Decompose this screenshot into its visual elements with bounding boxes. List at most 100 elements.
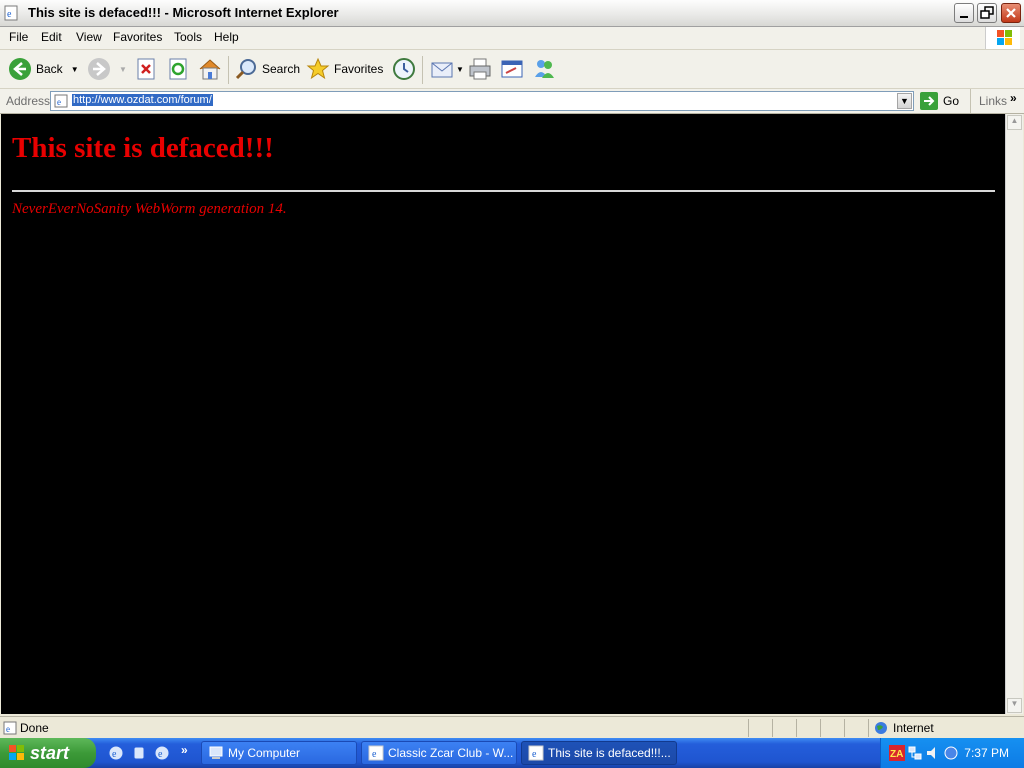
links-chevron-icon[interactable]: » xyxy=(1010,91,1017,105)
svg-text:e: e xyxy=(6,724,10,734)
print-button[interactable] xyxy=(468,54,492,84)
security-zone: Internet xyxy=(893,721,934,735)
stop-icon xyxy=(137,58,155,80)
menu-file[interactable]: File xyxy=(9,30,28,44)
minimize-button[interactable] xyxy=(954,3,974,23)
page-heading: This site is defaced!!! xyxy=(12,132,274,164)
back-button[interactable]: Back ▼ xyxy=(8,54,79,84)
forward-button[interactable]: ▼ xyxy=(87,54,127,84)
go-button[interactable]: Go xyxy=(920,92,959,110)
favorites-button[interactable]: Favorites xyxy=(306,54,383,84)
svg-text:e: e xyxy=(7,9,12,20)
restore-button[interactable] xyxy=(977,3,997,23)
status-divider xyxy=(844,719,845,737)
home-icon xyxy=(199,59,221,80)
go-arrow-icon xyxy=(920,92,938,110)
back-label: Back xyxy=(36,62,63,76)
svg-text:e: e xyxy=(158,749,163,760)
stop-button[interactable] xyxy=(136,54,156,84)
edit-button[interactable] xyxy=(500,54,524,84)
edit-page-icon xyxy=(501,60,523,78)
status-divider xyxy=(820,719,821,737)
page-signature: NeverEverNoSanity WebWorm generation 14. xyxy=(12,201,287,217)
start-button[interactable]: start xyxy=(0,738,96,768)
quicklaunch-media-icon[interactable] xyxy=(131,745,147,761)
svg-text:e: e xyxy=(372,749,377,760)
clock: 7:37 PM xyxy=(964,746,1009,760)
back-dropdown-icon[interactable]: ▼ xyxy=(71,65,79,74)
toolbar-separator xyxy=(228,56,229,84)
task-defaced-site[interactable]: e This site is defaced!!!... xyxy=(521,741,677,765)
menu-favorites[interactable]: Favorites xyxy=(113,30,162,44)
system-tray: ZA 7:37 PM xyxy=(880,738,1024,768)
menu-bar: File Edit View Favorites Tools Help xyxy=(0,27,1024,50)
back-arrow-icon xyxy=(9,58,31,80)
start-label: start xyxy=(30,742,70,763)
window-title: This site is defaced!!! - Microsoft Inte… xyxy=(28,5,339,20)
close-button[interactable] xyxy=(1001,3,1021,23)
address-input[interactable]: e http://www.ozdat.com/forum/ ▼ xyxy=(50,91,914,111)
favorites-label: Favorites xyxy=(334,62,384,76)
messenger-button[interactable] xyxy=(532,54,556,84)
home-button[interactable] xyxy=(198,54,222,84)
menu-edit[interactable]: Edit xyxy=(41,30,62,44)
task-label: My Computer xyxy=(228,746,301,760)
windows-flag-icon xyxy=(9,745,24,760)
forward-dropdown-icon[interactable]: ▼ xyxy=(119,65,127,74)
scroll-down-icon[interactable]: ▼ xyxy=(1007,698,1022,713)
task-label: Classic Zcar Club - W... xyxy=(388,746,514,760)
standard-toolbar: Back ▼ ▼ Search Favorites ▼ xyxy=(0,50,1024,89)
links-separator xyxy=(970,89,971,113)
status-bar: e Done Internet xyxy=(0,716,1024,739)
history-button[interactable] xyxy=(392,54,416,84)
search-icon xyxy=(235,59,256,80)
menu-help[interactable]: Help xyxy=(214,30,239,44)
search-label: Search xyxy=(262,62,301,76)
messenger-icon xyxy=(535,60,554,78)
mail-icon xyxy=(431,62,453,78)
search-button[interactable]: Search xyxy=(234,54,300,84)
status-divider xyxy=(772,719,773,737)
page-icon: e xyxy=(54,94,68,108)
quicklaunch-ie-icon[interactable]: e xyxy=(108,745,124,761)
task-my-computer[interactable]: My Computer xyxy=(201,741,357,765)
volume-icon[interactable] xyxy=(925,745,941,761)
svg-text:e: e xyxy=(532,749,537,760)
ie-task-icon: e xyxy=(528,745,544,761)
quicklaunch-chevron-icon[interactable]: » xyxy=(181,743,188,757)
windows-logo xyxy=(985,27,1020,49)
computer-icon xyxy=(209,746,223,759)
quicklaunch-ie2-icon[interactable]: e xyxy=(154,745,170,761)
history-icon xyxy=(393,58,415,80)
tray-app-icon[interactable] xyxy=(943,745,959,761)
scroll-up-icon[interactable]: ▲ xyxy=(1007,115,1022,130)
ie-icon: e xyxy=(4,5,18,21)
svg-text:e: e xyxy=(57,97,61,107)
mail-button[interactable]: ▼ xyxy=(430,54,464,84)
address-dropdown-icon[interactable]: ▼ xyxy=(897,93,912,109)
menu-view[interactable]: View xyxy=(76,30,102,44)
favorites-star-icon xyxy=(306,57,330,80)
svg-text:ZA: ZA xyxy=(890,749,903,760)
toolbar-separator xyxy=(422,56,423,84)
restore-icon xyxy=(980,6,994,19)
horizontal-rule xyxy=(12,190,995,192)
status-divider xyxy=(796,719,797,737)
go-label: Go xyxy=(943,94,960,108)
address-url: http://www.ozdat.com/forum/ xyxy=(72,94,213,106)
network-icon[interactable] xyxy=(907,745,923,761)
task-classic-zcar[interactable]: e Classic Zcar Club - W... xyxy=(361,741,517,765)
status-divider xyxy=(868,719,869,737)
forward-arrow-icon xyxy=(88,58,110,80)
task-label: This site is defaced!!!... xyxy=(548,746,671,760)
windows-flag-icon xyxy=(997,30,1012,45)
refresh-button[interactable] xyxy=(168,54,188,84)
status-text: Done xyxy=(20,721,49,735)
svg-text:e: e xyxy=(112,749,117,760)
title-bar[interactable]: e This site is defaced!!! - Microsoft In… xyxy=(0,0,1024,27)
vertical-scrollbar[interactable]: ▲ ▼ xyxy=(1005,114,1023,714)
menu-tools[interactable]: Tools xyxy=(174,30,202,44)
mail-dropdown-icon[interactable]: ▼ xyxy=(456,65,464,74)
zonealarm-icon[interactable]: ZA xyxy=(889,745,905,761)
links-button[interactable]: Links xyxy=(979,94,1007,108)
